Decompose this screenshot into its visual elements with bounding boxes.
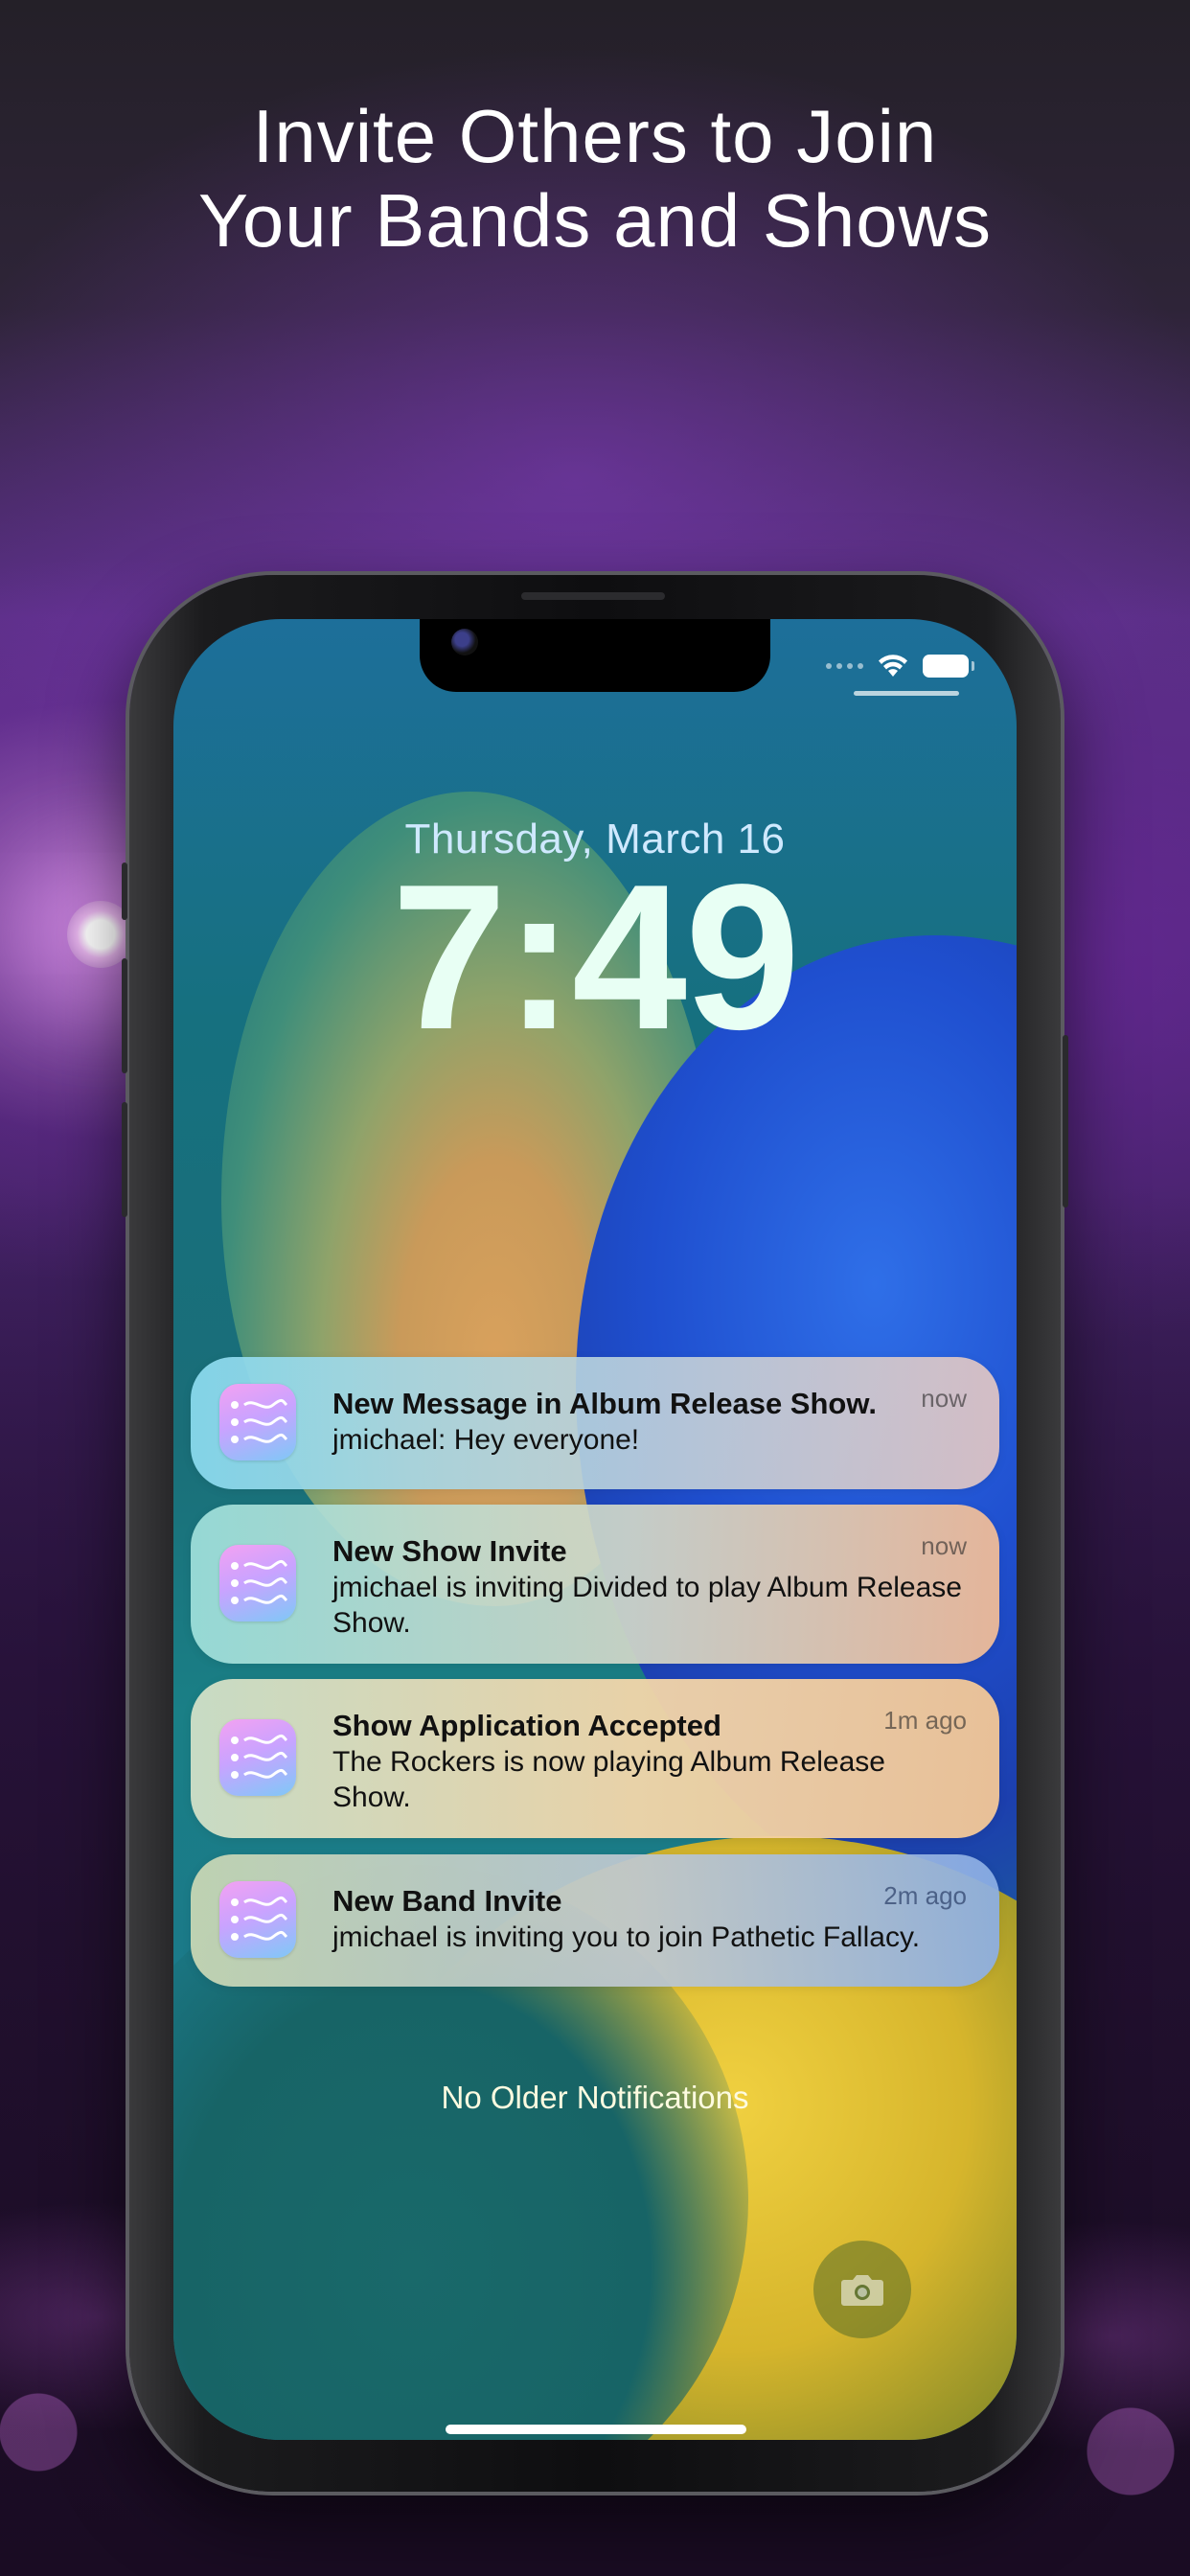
- status-bar: [826, 654, 974, 678]
- notification-title: New Band Invite: [332, 1884, 562, 1918]
- app-icon: [219, 1384, 296, 1460]
- headline-line-1: Invite Others to Join: [252, 94, 938, 178]
- camera-icon: [841, 2275, 883, 2306]
- lock-screen-time: 7:49: [391, 840, 800, 1072]
- notification-body: jmichael: Hey everyone!: [332, 1424, 640, 1456]
- notification-title: New Show Invite: [332, 1534, 567, 1568]
- notification-time: 2m ago: [883, 1881, 967, 1910]
- earpiece-speaker: [521, 592, 665, 600]
- notification-title: New Message in Album Release Show.: [332, 1387, 877, 1420]
- notch: [420, 619, 770, 692]
- power-button: [1063, 1035, 1068, 1208]
- page-headline: Invite Others to Join Your Bands and Sho…: [0, 94, 1190, 263]
- signal-dots-icon: [826, 663, 863, 669]
- volume-down-button: [122, 1102, 127, 1217]
- headline-line-2: Your Bands and Shows: [197, 178, 993, 263]
- app-icon: [219, 1545, 296, 1622]
- notification-body: jmichael is inviting Divided to play Alb…: [332, 1572, 962, 1639]
- app-icon: [219, 1881, 296, 1958]
- control-center-indicator[interactable]: [854, 691, 959, 696]
- notification-time: 1m ago: [883, 1706, 967, 1735]
- home-indicator[interactable]: [446, 2425, 746, 2434]
- lock-screen: Thursday, March 16 7:49 New Message in A…: [173, 619, 1017, 2440]
- notification-card[interactable]: Show Application Accepted The Rockers is…: [191, 1679, 999, 1838]
- notification-body: jmichael is inviting you to join Patheti…: [332, 1921, 921, 1953]
- wifi-icon: [879, 655, 907, 677]
- action-button: [122, 862, 127, 920]
- camera-button[interactable]: [813, 2241, 911, 2338]
- notification-time: now: [921, 1384, 967, 1413]
- notification-card[interactable]: New Band Invite jmichael is inviting you…: [191, 1854, 999, 1987]
- notification-time: now: [921, 1531, 967, 1560]
- notification-title: Show Application Accepted: [332, 1709, 721, 1742]
- notification-card[interactable]: New Message in Album Release Show. jmich…: [191, 1357, 999, 1489]
- battery-icon: [923, 655, 974, 678]
- app-icon: [219, 1719, 296, 1796]
- notification-card[interactable]: New Show Invite jmichael is inviting Div…: [191, 1505, 999, 1664]
- notification-body: The Rockers is now playing Album Release…: [332, 1746, 885, 1813]
- front-camera-icon: [451, 629, 478, 656]
- no-older-notifications-label: No Older Notifications: [441, 2080, 749, 2115]
- volume-up-button: [122, 958, 127, 1073]
